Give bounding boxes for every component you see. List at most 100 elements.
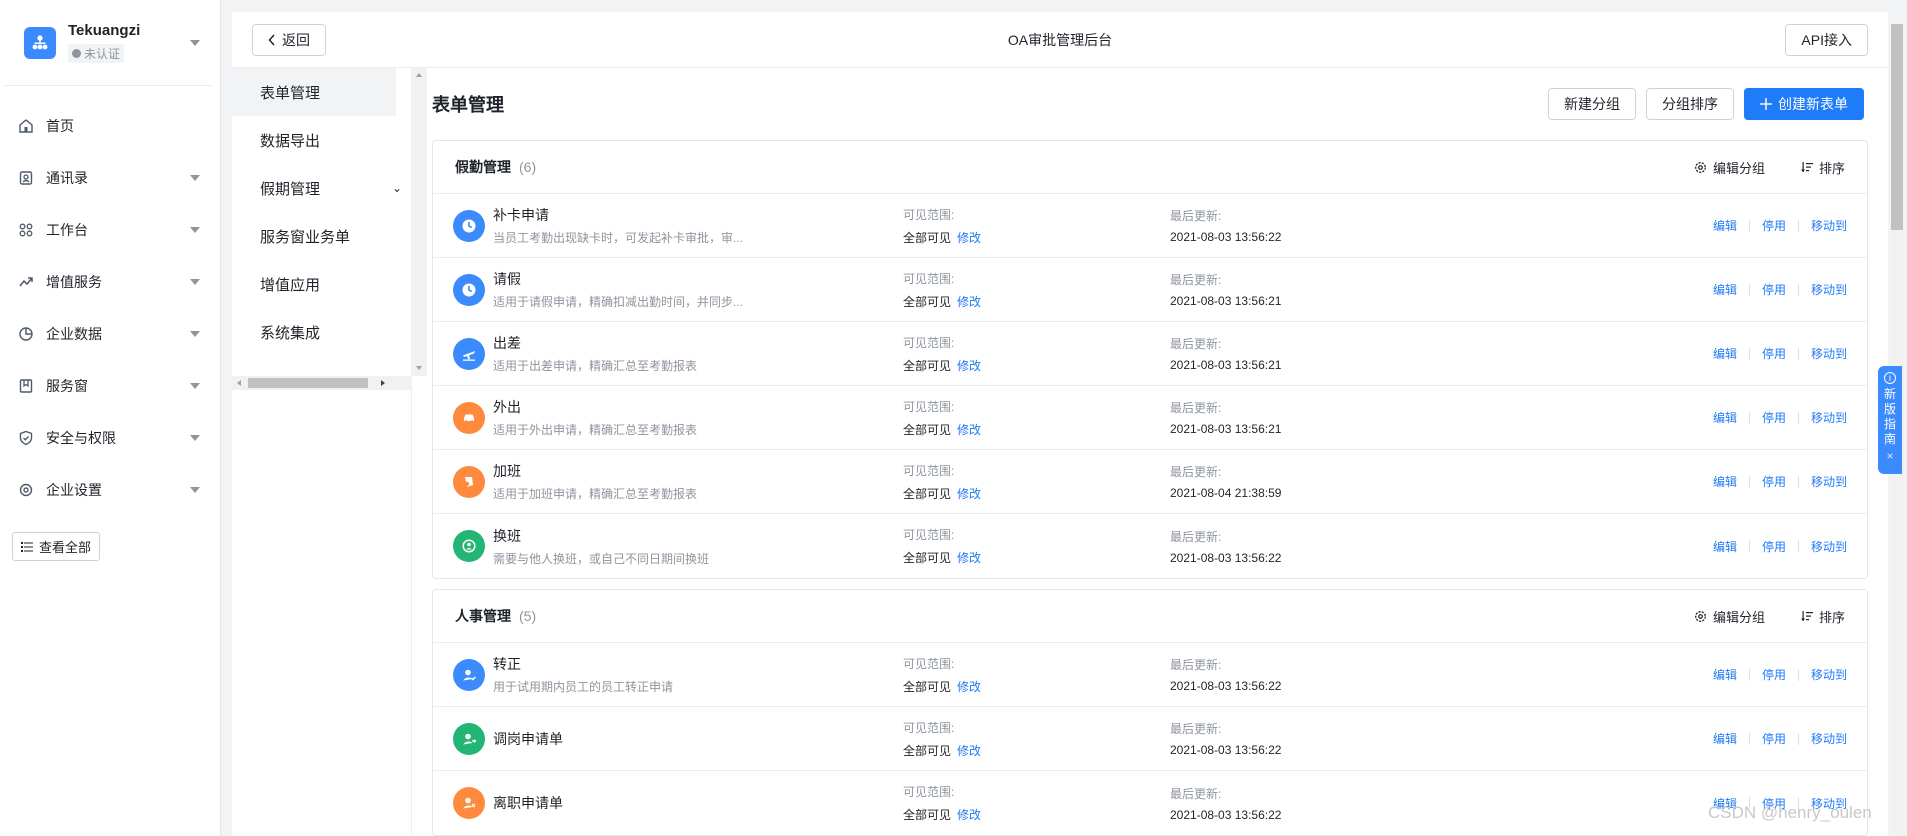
modify-scope-link[interactable]: 修改 <box>957 359 981 373</box>
edit-form-link[interactable]: 编辑 <box>1713 473 1737 490</box>
back-button[interactable]: 返回 <box>252 23 326 56</box>
updated-time: 2021-08-03 13:56:22 <box>1170 230 1282 244</box>
disable-form-link[interactable]: 停用 <box>1762 409 1786 426</box>
form-row: 加班 适用于加班申请，精确汇总至考勤报表 可见范围: 全部可见 修改 最后更新: 2021-… <box>433 450 1867 514</box>
divider <box>1797 347 1799 360</box>
nav-item-label: 增值服务 <box>46 274 102 290</box>
form-name[interactable]: 请假 <box>493 269 903 289</box>
org-switcher[interactable]: Tekuangzi 未认证 <box>4 0 212 86</box>
shield-icon <box>18 430 34 446</box>
page-scrollbar-thumb[interactable] <box>1891 24 1903 230</box>
form-name[interactable]: 加班 <box>493 461 903 481</box>
divider <box>1797 411 1799 424</box>
form-name[interactable]: 调岗申请单 <box>493 729 903 749</box>
modify-scope-link[interactable]: 修改 <box>957 231 981 245</box>
disable-form-link[interactable]: 停用 <box>1762 217 1786 234</box>
form-row: 离职申请单 可见范围: 全部可见 修改 最后更新: 2021-08-03 13:56:22… <box>433 771 1867 835</box>
modify-scope-link[interactable]: 修改 <box>957 744 981 758</box>
move-form-link[interactable]: 移动到 <box>1811 409 1847 426</box>
scrollbar-thumb[interactable] <box>248 378 368 388</box>
form-name[interactable]: 补卡申请 <box>493 205 903 225</box>
sort-forms-button[interactable]: 排序 <box>1800 607 1845 626</box>
nav-item-7[interactable]: 企业设置 <box>0 464 220 516</box>
chevron-down-icon[interactable] <box>190 487 200 493</box>
view-all-button[interactable]: 查看全部 <box>12 532 101 561</box>
scope-label: 可见范围: <box>903 271 955 286</box>
form-name[interactable]: 离职申请单 <box>493 793 903 813</box>
trend-icon <box>18 274 34 290</box>
move-form-link[interactable]: 移动到 <box>1811 345 1847 362</box>
disable-form-link[interactable]: 停用 <box>1762 666 1786 683</box>
modify-scope-link[interactable]: 修改 <box>957 551 981 565</box>
divider <box>1797 668 1799 681</box>
submenu-horizontal-scrollbar[interactable] <box>232 376 412 390</box>
submenu-item-3[interactable]: 服务窗业务单 <box>232 212 396 260</box>
nav-item-0[interactable]: 首页 <box>0 100 220 152</box>
close-icon[interactable]: × <box>1886 449 1893 464</box>
edit-form-link[interactable]: 编辑 <box>1713 730 1737 747</box>
edit-form-link[interactable]: 编辑 <box>1713 666 1737 683</box>
disable-form-link[interactable]: 停用 <box>1762 730 1786 747</box>
move-form-link[interactable]: 移动到 <box>1811 730 1847 747</box>
new-guide-tab[interactable]: i 新版指南 × <box>1878 366 1902 474</box>
sort-forms-button[interactable]: 排序 <box>1800 158 1845 177</box>
updated-time: 2021-08-03 13:56:22 <box>1170 679 1282 693</box>
nav-item-4[interactable]: 企业数据 <box>0 308 220 360</box>
overtime-icon <box>453 465 485 498</box>
divider <box>1797 475 1799 488</box>
move-form-link[interactable]: 移动到 <box>1811 538 1847 555</box>
create-form-button[interactable]: 创建新表单 <box>1744 88 1864 120</box>
submenu-item-5[interactable]: 系统集成 <box>232 308 396 356</box>
chevron-down-icon[interactable] <box>190 435 200 441</box>
chevron-down-icon[interactable] <box>190 331 200 337</box>
submenu-item-0[interactable]: 表单管理 <box>232 68 396 116</box>
chevron-down-icon[interactable]: ⌄ <box>392 181 402 195</box>
edit-form-link[interactable]: 编辑 <box>1713 409 1737 426</box>
nav-item-1[interactable]: 通讯录 <box>0 152 220 204</box>
edit-group-button[interactable]: 编辑分组 <box>1694 158 1765 177</box>
modify-scope-link[interactable]: 修改 <box>957 680 981 694</box>
submenu-item-4[interactable]: 增值应用 <box>232 260 396 308</box>
edit-form-link[interactable]: 编辑 <box>1713 217 1737 234</box>
nav-item-5[interactable]: 服务窗 <box>0 360 220 412</box>
disable-form-link[interactable]: 停用 <box>1762 281 1786 298</box>
submenu-item-2[interactable]: 假期管理 ⌄ <box>232 164 402 212</box>
edit-form-link[interactable]: 编辑 <box>1713 345 1737 362</box>
submenu-item-1[interactable]: 数据导出 <box>232 116 396 164</box>
nav-item-3[interactable]: 增值服务 <box>0 256 220 308</box>
form-name[interactable]: 外出 <box>493 397 903 417</box>
move-form-link[interactable]: 移动到 <box>1811 217 1847 234</box>
move-form-link[interactable]: 移动到 <box>1811 281 1847 298</box>
divider <box>1797 283 1799 296</box>
modify-scope-link[interactable]: 修改 <box>957 487 981 501</box>
form-name[interactable]: 转正 <box>493 654 903 674</box>
submenu-item-label: 系统集成 <box>260 324 321 342</box>
modify-scope-link[interactable]: 修改 <box>957 295 981 309</box>
nav-item-label: 首页 <box>46 118 74 134</box>
chevron-down-icon[interactable] <box>190 227 200 233</box>
edit-group-button[interactable]: 编辑分组 <box>1694 607 1765 626</box>
disable-form-link[interactable]: 停用 <box>1762 538 1786 555</box>
new-group-button[interactable]: 新建分组 <box>1548 88 1636 120</box>
submenu-vertical-scrollbar[interactable] <box>411 68 427 376</box>
disable-form-link[interactable]: 停用 <box>1762 473 1786 490</box>
chevron-down-icon[interactable] <box>190 383 200 389</box>
edit-form-link[interactable]: 编辑 <box>1713 281 1737 298</box>
org-dropdown-icon[interactable] <box>190 39 200 46</box>
form-name[interactable]: 出差 <box>493 333 903 353</box>
chevron-down-icon[interactable] <box>190 279 200 285</box>
edit-form-link[interactable]: 编辑 <box>1713 538 1737 555</box>
nav-item-2[interactable]: 工作台 <box>0 204 220 256</box>
nav-item-6[interactable]: 安全与权限 <box>0 412 220 464</box>
modify-scope-link[interactable]: 修改 <box>957 808 981 822</box>
move-form-link[interactable]: 移动到 <box>1811 473 1847 490</box>
modify-scope-link[interactable]: 修改 <box>957 423 981 437</box>
org-name: Tekuangzi <box>68 22 141 39</box>
api-access-button[interactable]: API接入 <box>1785 23 1868 56</box>
sort-groups-button[interactable]: 分组排序 <box>1646 88 1734 120</box>
form-name[interactable]: 换班 <box>493 526 903 546</box>
chevron-left-icon <box>268 33 275 46</box>
chevron-down-icon[interactable] <box>190 175 200 181</box>
move-form-link[interactable]: 移动到 <box>1811 666 1847 683</box>
disable-form-link[interactable]: 停用 <box>1762 345 1786 362</box>
